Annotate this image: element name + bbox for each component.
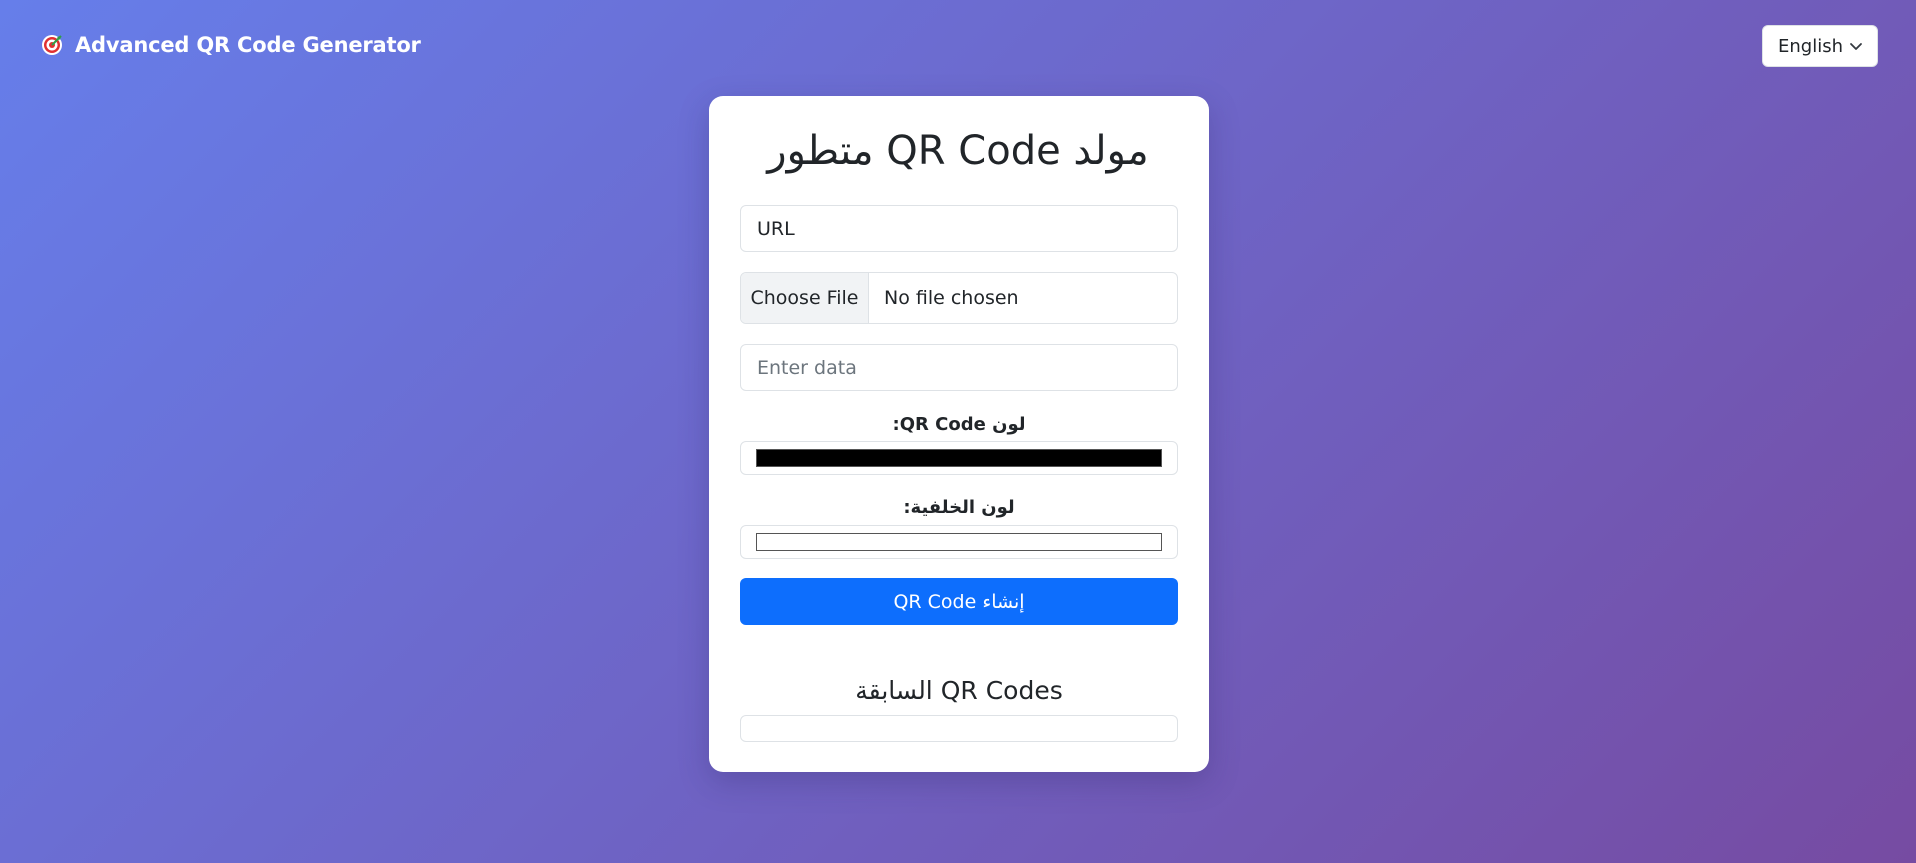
language-select-value: English [1778,35,1843,57]
target-icon [41,34,63,56]
bg-color-swatch [756,533,1162,551]
brand[interactable]: Advanced QR Code Generator [41,33,421,57]
qr-color-swatch [756,449,1162,467]
generate-button[interactable]: إنشاء QR Code [740,578,1178,625]
choose-file-button[interactable]: Choose File [741,273,869,323]
url-input[interactable]: URL [740,205,1178,252]
qr-color-label: لون QR Code: [892,414,1026,435]
qr-color-picker[interactable] [740,441,1178,475]
page-title: مولد QR Code متطور [767,128,1149,174]
brand-title: Advanced QR Code Generator [75,33,421,57]
bg-color-label: لون الخلفية: [903,497,1015,518]
history-list [740,715,1178,742]
data-input[interactable]: Enter data [740,344,1178,391]
bg-color-picker[interactable] [740,525,1178,559]
language-select[interactable]: English [1762,25,1878,67]
file-input[interactable]: Choose File No file chosen [740,272,1178,324]
chevron-down-icon [1850,43,1862,50]
file-status: No file chosen [884,287,1019,309]
history-title: QR Codes السابقة [855,676,1063,705]
